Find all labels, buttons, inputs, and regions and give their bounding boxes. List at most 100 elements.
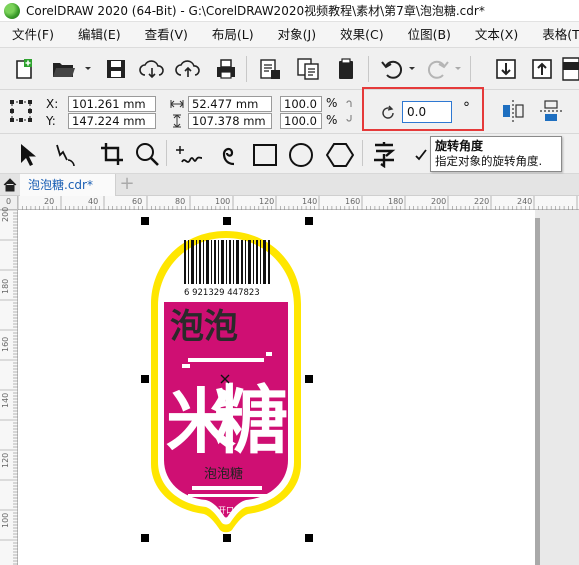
scale-height-input[interactable]: 100.0 [280,113,322,129]
height-input[interactable]: 107.378 mm [188,113,272,129]
menu-layout[interactable]: 布局(L) [200,22,266,48]
standard-toolbar [0,48,579,90]
menu-view[interactable]: 查看(V) [133,22,200,48]
ruler-label: 160 [345,197,361,206]
pick-tool-arrow-icon[interactable] [16,142,40,168]
print-button[interactable] [212,55,240,83]
ruler-label: 80 [175,197,186,206]
ruler-label: 160 [1,336,10,352]
menu-effects[interactable]: 效果(C) [328,22,395,48]
ruler-label: 240 [517,197,533,206]
object-origin-icon[interactable] [8,98,34,124]
window-title: CorelDRAW 2020 (64-Bit) - G:\CorelDRAW20… [26,4,485,18]
width-input[interactable]: 52.477 mm [188,96,272,112]
rectangle-tool-icon[interactable] [252,142,278,168]
candy-title-top: 泡泡 [170,307,238,347]
tooltip-description: 指定对象的旋转角度. [435,154,543,168]
pdf-button[interactable] [562,55,579,83]
redo-button[interactable] [424,55,452,83]
selection-handle[interactable] [305,217,313,225]
export-arrow-button[interactable] [528,55,556,83]
arrow-down-box-icon [496,59,516,79]
redo-icon [427,60,449,79]
export-icon [297,58,319,80]
ellipse-tool-icon[interactable] [288,142,314,168]
lock-ratio-icon[interactable] [344,99,354,123]
zoom-tool-icon[interactable] [134,141,160,167]
ruler-label: 180 [388,197,404,206]
ruler-label: 20 [44,197,55,206]
crop-tool-icon[interactable] [100,142,124,166]
import-arrow-button[interactable] [492,55,520,83]
selection-handle[interactable] [305,534,313,542]
publish-pdf-button[interactable] [332,55,360,83]
undo-button[interactable] [378,55,406,83]
add-tab-button[interactable]: + [118,175,136,194]
menu-object[interactable]: 对象(J) [266,22,328,48]
text-tool-icon[interactable] [370,140,398,168]
home-icon[interactable] [3,178,17,192]
ruler-label: 100 [215,197,231,206]
mirror-vertical-icon[interactable] [538,98,564,124]
ruler-label: 200 [431,197,447,206]
vertical-ruler[interactable]: 200 180 160 140 120 100 [0,207,18,565]
ruler-label: 100 [1,512,10,528]
pdf-icon [562,57,579,81]
polygon-tool-icon[interactable] [326,142,354,168]
horizontal-ruler[interactable]: 0 20 40 60 80 100 120 140 160 180 200 22… [6,196,579,210]
menu-file[interactable]: 文件(F) [0,22,66,48]
new-document-icon [16,59,32,79]
rotation-angle-input[interactable]: 0.0 [402,101,452,123]
horizontal-ruler-ticks [18,196,578,210]
candy-title-main: 糖 [214,378,288,464]
coreldraw-logo-icon [4,2,20,19]
save-icon [107,60,125,78]
menu-table[interactable]: 表格(T) [530,22,579,48]
selection-handle[interactable] [141,217,149,225]
new-document-button[interactable] [10,55,38,83]
document-tab[interactable]: 泡泡糖.cdr* [20,174,116,196]
ruler-label: 200 [1,206,10,222]
toolbar-separator [368,56,369,82]
x-label: X: [46,97,59,111]
ruler-label: 180 [1,278,10,294]
save-button[interactable] [102,55,130,83]
candy-tiny-label: 开口 [218,506,234,515]
artistic-media-tool-icon[interactable] [216,140,244,168]
barcode-number: 6 921329 447823 [184,288,260,298]
x-position-input[interactable]: 101.261 mm [68,96,156,112]
undo-dropdown-chevron-down-icon[interactable] [408,65,416,73]
ruler-label: 220 [474,197,490,206]
ruler-label: 140 [1,392,10,408]
ruler-label: 60 [132,197,143,206]
mirror-horizontal-icon[interactable] [500,98,526,124]
selection-handle[interactable] [305,375,313,383]
menu-edit[interactable]: 编辑(E) [66,22,133,48]
width-arrow-icon [170,100,184,108]
import-button[interactable] [256,55,284,83]
freehand-tool-icon[interactable] [176,142,204,168]
open-button[interactable] [50,55,78,83]
ruler-label: 120 [259,197,275,206]
check-icon[interactable] [414,148,428,162]
redo-dropdown-chevron-down-icon[interactable] [454,65,462,73]
shape-tool-icon[interactable] [52,142,78,168]
cloud-upload-button[interactable] [174,55,202,83]
selection-handle[interactable] [141,534,149,542]
menu-text[interactable]: 文本(X) [463,22,530,48]
center-x-marker-icon [220,374,230,384]
selection-handle[interactable] [223,534,231,542]
y-position-input[interactable]: 147.224 mm [68,113,156,129]
barcode [184,240,270,284]
export-button[interactable] [294,55,322,83]
selection-handle[interactable] [223,217,231,225]
clipboard-icon [339,58,353,79]
menu-bitmaps[interactable]: 位图(B) [396,22,463,48]
toolbar-separator [362,140,363,166]
import-icon [260,59,280,79]
selection-handle[interactable] [141,375,149,383]
open-dropdown-chevron-down-icon[interactable] [84,65,92,73]
cloud-download-button[interactable] [138,55,166,83]
drawing-canvas[interactable]: 6 921329 447823 泡泡 米 糖 泡泡糖 开口 [18,210,579,565]
scale-width-input[interactable]: 100.0 [280,96,322,112]
